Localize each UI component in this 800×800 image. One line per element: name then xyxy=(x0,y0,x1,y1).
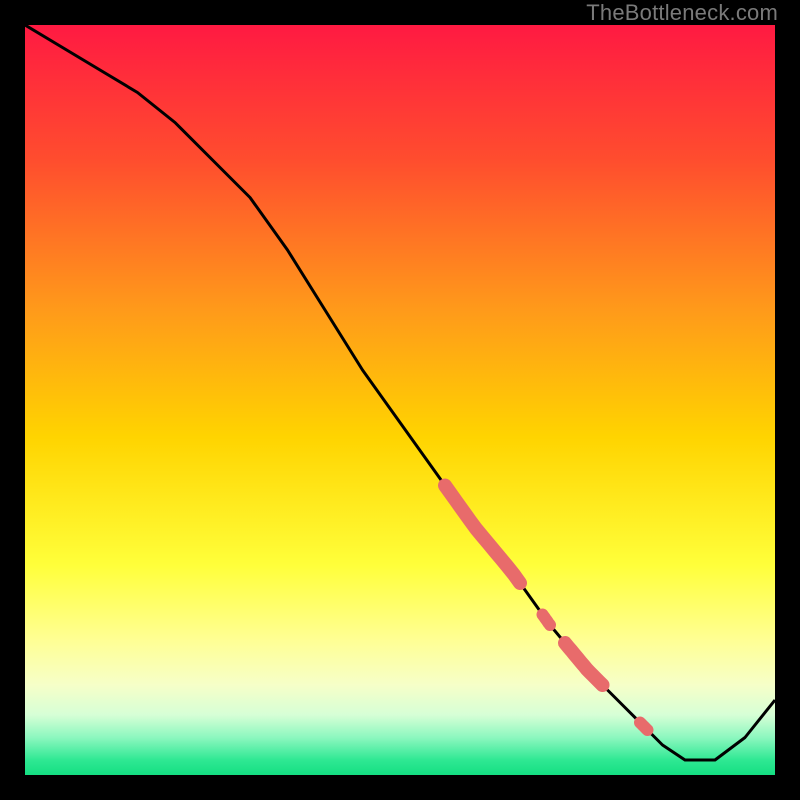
highlight-segment-3 xyxy=(640,723,648,731)
gradient-background xyxy=(25,25,775,775)
chart-frame: TheBottleneck.com xyxy=(0,0,800,800)
plot-svg xyxy=(25,25,775,775)
watermark-label: TheBottleneck.com xyxy=(586,0,778,26)
highlight-segment-1 xyxy=(543,615,551,626)
plot-area xyxy=(25,25,775,775)
